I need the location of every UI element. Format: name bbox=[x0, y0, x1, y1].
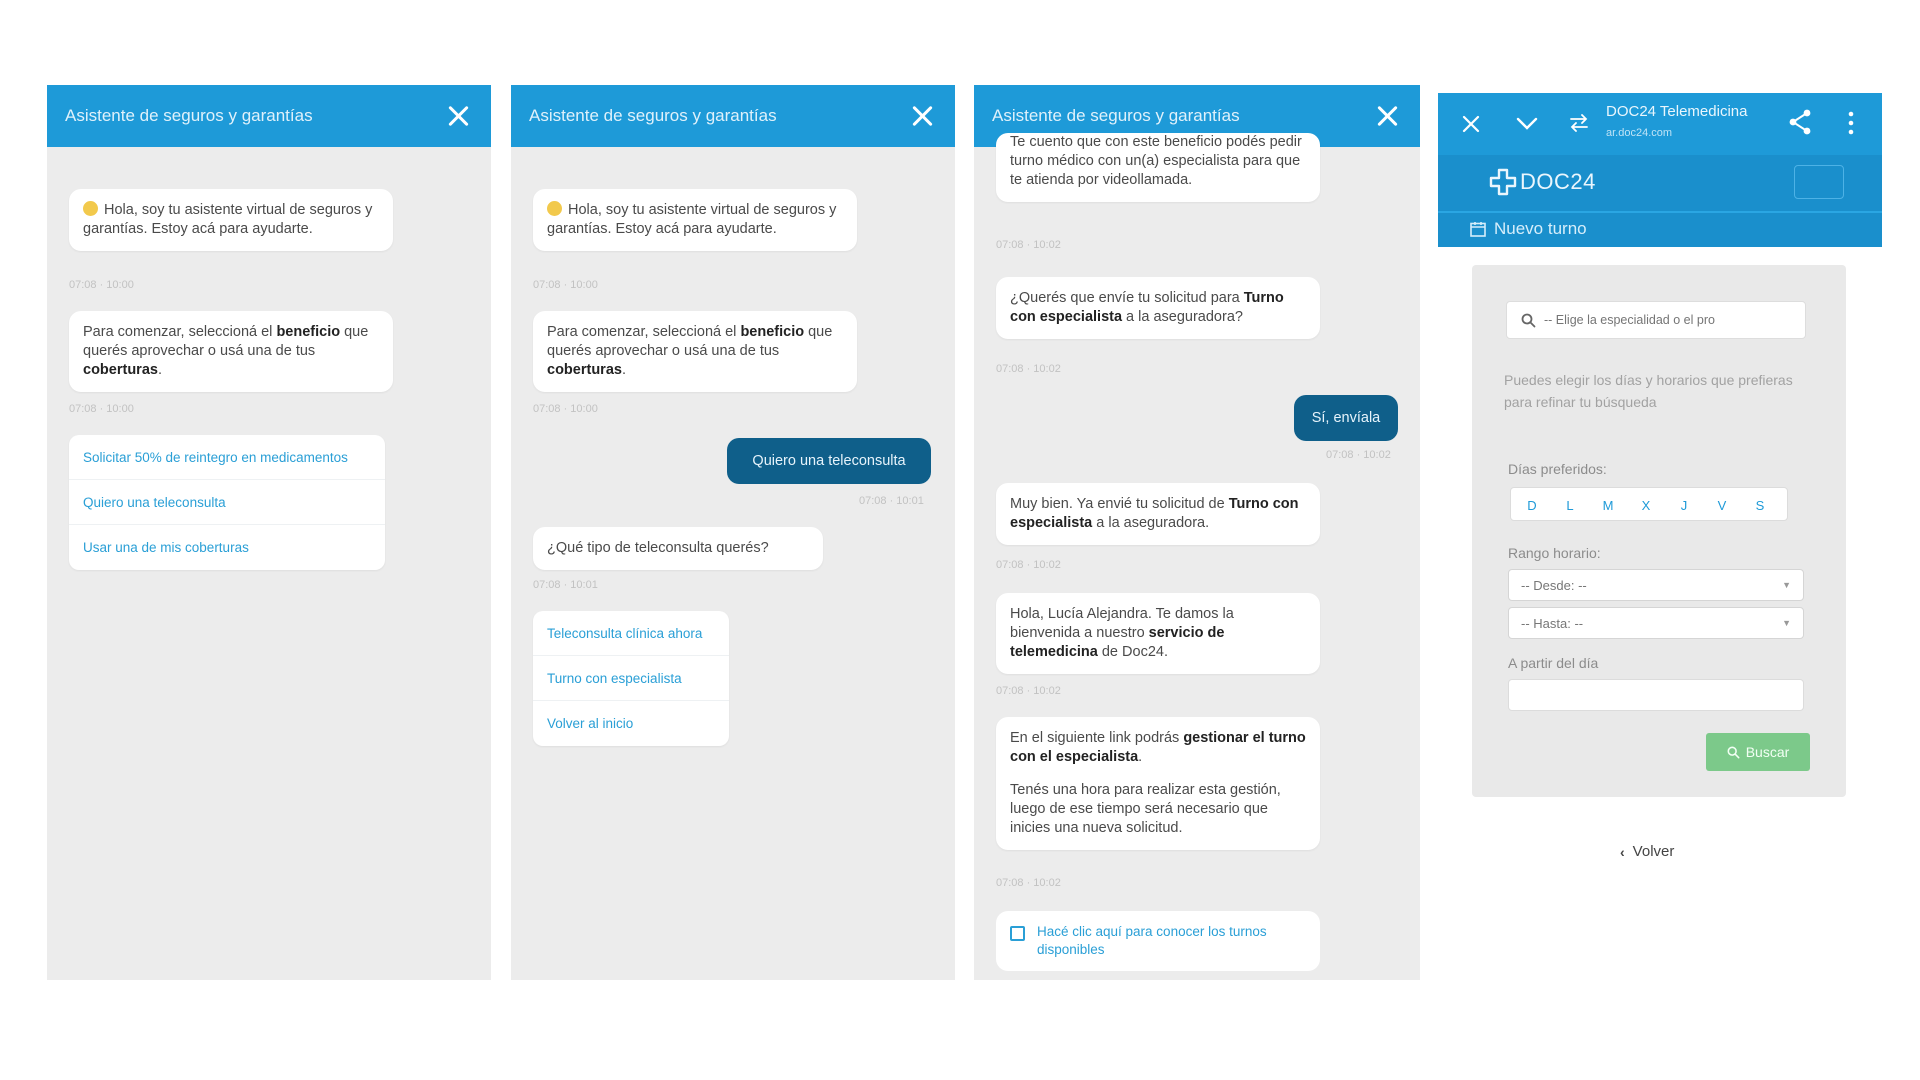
timestamp: 07:08 · 10:02 bbox=[996, 877, 1061, 889]
close-icon[interactable] bbox=[909, 103, 935, 129]
chat-panel-3: Asistente de seguros y garantías Te cuen… bbox=[974, 85, 1420, 980]
day-button[interactable]: V bbox=[1703, 488, 1741, 522]
bot-confirm-question: ¿Querés que envíe tu solicitud para Turn… bbox=[996, 277, 1320, 339]
chat-title: Asistente de seguros y garantías bbox=[992, 106, 1240, 125]
search-icon bbox=[1727, 746, 1740, 758]
bot-beneficio-info: Te cuento que con este beneficio podés p… bbox=[996, 133, 1320, 202]
user-message: Sí, envíala bbox=[1294, 395, 1398, 441]
app-title: DOC24 Telemedicina bbox=[1606, 103, 1748, 120]
day-button[interactable]: J bbox=[1665, 488, 1703, 522]
search-button[interactable]: Buscar bbox=[1706, 733, 1810, 771]
option-volver-inicio[interactable]: Volver al inicio bbox=[533, 701, 729, 746]
option-reintegro[interactable]: Solicitar 50% de reintegro en medicament… bbox=[69, 435, 385, 480]
days-selector: D L M X J V S bbox=[1510, 487, 1788, 521]
doc24-logo: DOC24 bbox=[1520, 169, 1596, 194]
timestamp: 07:08 · 10:01 bbox=[533, 579, 598, 591]
close-icon[interactable] bbox=[445, 103, 471, 129]
search-form: Puedes elegir los días y horarios que pr… bbox=[1472, 265, 1846, 797]
external-link-icon bbox=[1010, 926, 1025, 941]
bot-link-info: En el siguiente link podrás gestionar el… bbox=[996, 717, 1320, 850]
date-label: A partir del día bbox=[1508, 655, 1599, 671]
wave-emoji-icon bbox=[547, 201, 562, 216]
calendar-icon bbox=[1470, 222, 1486, 237]
user-message: Quiero una teleconsulta bbox=[727, 438, 931, 484]
chevron-down-icon: ▼ bbox=[1782, 580, 1791, 590]
chat-body: Hola, soy tu asistente virtual de seguro… bbox=[511, 147, 955, 980]
date-input[interactable] bbox=[1508, 679, 1804, 711]
option-coberturas[interactable]: Usar una de mis coberturas bbox=[69, 525, 385, 570]
specialty-search-input[interactable] bbox=[1544, 313, 1794, 327]
timestamp: 07:08 · 10:00 bbox=[69, 403, 134, 415]
doc24-nav: DOC24 Nuevo turno bbox=[1438, 155, 1882, 247]
chat-header: Asistente de seguros y garantías bbox=[511, 85, 955, 147]
share-icon[interactable] bbox=[1788, 109, 1812, 135]
nav-divider bbox=[1438, 211, 1882, 213]
options-menu: Solicitar 50% de reintegro en medicament… bbox=[69, 435, 385, 570]
app-url: ar.doc24.com bbox=[1606, 127, 1673, 139]
chat-header: Asistente de seguros y garantías bbox=[47, 85, 491, 147]
from-select[interactable]: -- Desde: -- ▼ bbox=[1508, 569, 1804, 601]
more-vertical-icon[interactable] bbox=[1848, 111, 1854, 135]
chat-body: Te cuento que con este beneficio podés p… bbox=[974, 133, 1420, 980]
timestamp: 07:08 · 10:02 bbox=[996, 559, 1061, 571]
day-button[interactable]: D bbox=[1513, 488, 1551, 522]
day-button[interactable]: S bbox=[1741, 488, 1779, 522]
close-icon[interactable] bbox=[1374, 103, 1400, 129]
close-icon[interactable] bbox=[1462, 115, 1480, 133]
timestamp: 07:08 · 10:02 bbox=[996, 685, 1061, 697]
bot-greeting: Hola, soy tu asistente virtual de seguro… bbox=[533, 189, 857, 251]
turnos-link[interactable]: Hacé clic aquí para conocer los turnos d… bbox=[1037, 923, 1306, 959]
timestamp: 07:08 · 10:02 bbox=[996, 239, 1061, 251]
options-menu: Teleconsulta clínica ahora Turno con esp… bbox=[533, 611, 729, 746]
menu-toggle-button[interactable] bbox=[1794, 165, 1844, 199]
timestamp: 07:08 · 10:00 bbox=[533, 279, 598, 291]
chat-body: Hola, soy tu asistente virtual de seguro… bbox=[47, 147, 491, 980]
timestamp: 07:08 · 10:00 bbox=[69, 279, 134, 291]
timestamp: 07:08 · 10:01 bbox=[859, 495, 924, 507]
option-teleconsulta[interactable]: Quiero una teleconsulta bbox=[69, 480, 385, 525]
timestamp: 07:08 · 10:02 bbox=[996, 363, 1061, 375]
chat-title: Asistente de seguros y garantías bbox=[529, 106, 777, 125]
chevron-left-icon: ‹ bbox=[1620, 843, 1625, 860]
search-icon bbox=[1521, 313, 1536, 327]
chevron-down-icon[interactable] bbox=[1516, 117, 1538, 131]
option-especialista[interactable]: Turno con especialista bbox=[533, 656, 729, 701]
doc24-browser-panel: DOC24 Telemedicina ar.doc24.com DOC24 Nu… bbox=[1438, 93, 1882, 883]
day-button[interactable]: X bbox=[1627, 488, 1665, 522]
chat-title: Asistente de seguros y garantías bbox=[65, 106, 313, 125]
bot-greeting: Hola, soy tu asistente virtual de seguro… bbox=[69, 189, 393, 251]
timestamp: 07:08 · 10:02 bbox=[1326, 449, 1391, 461]
specialty-search[interactable] bbox=[1506, 301, 1806, 339]
to-select[interactable]: -- Hasta: -- ▼ bbox=[1508, 607, 1804, 639]
help-text: Puedes elegir los días y horarios que pr… bbox=[1504, 372, 1793, 410]
chevron-down-icon: ▼ bbox=[1782, 618, 1791, 628]
chat-panel-1: Asistente de seguros y garantías Hola, s… bbox=[47, 85, 491, 980]
range-label: Rango horario: bbox=[1508, 545, 1601, 561]
bot-question: ¿Qué tipo de teleconsulta querés? bbox=[533, 527, 823, 570]
bot-intro: Para comenzar, seleccioná el beneficio q… bbox=[533, 311, 857, 392]
days-label: Días preferidos: bbox=[1508, 461, 1607, 477]
timestamp: 07:08 · 10:00 bbox=[533, 403, 598, 415]
wave-emoji-icon bbox=[83, 201, 98, 216]
switch-tabs-icon[interactable] bbox=[1568, 113, 1590, 133]
doc24-logo-icon bbox=[1489, 168, 1517, 196]
bot-sent-confirmation: Muy bien. Ya envié tu solicitud de Turno… bbox=[996, 483, 1320, 545]
option-clinica-ahora[interactable]: Teleconsulta clínica ahora bbox=[533, 611, 729, 656]
browser-toolbar: DOC24 Telemedicina ar.doc24.com bbox=[1438, 93, 1882, 155]
tab-nuevo-turno[interactable]: Nuevo turno bbox=[1494, 219, 1587, 239]
back-link[interactable]: ‹ Volver bbox=[1620, 843, 1674, 860]
bot-welcome: Hola, Lucía Alejandra. Te damos la bienv… bbox=[996, 593, 1320, 674]
day-button[interactable]: L bbox=[1551, 488, 1589, 522]
day-button[interactable]: M bbox=[1589, 488, 1627, 522]
turnos-link-card[interactable]: Hacé clic aquí para conocer los turnos d… bbox=[996, 911, 1320, 971]
bot-intro: Para comenzar, seleccioná el beneficio q… bbox=[69, 311, 393, 392]
chat-panel-2: Asistente de seguros y garantías Hola, s… bbox=[511, 85, 955, 980]
